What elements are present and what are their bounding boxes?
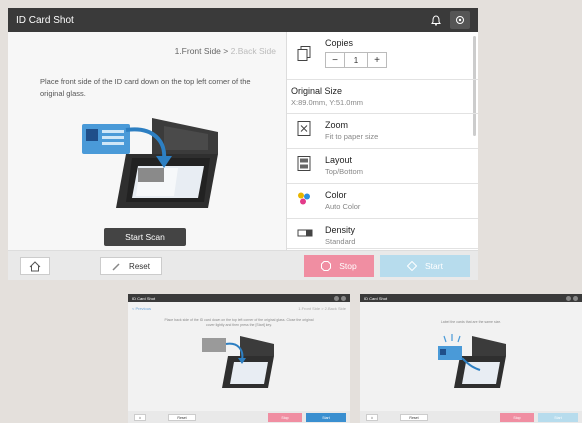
thumb2-instruction-text: Label the cards that are the same size.	[440, 320, 502, 324]
layout-icon	[297, 156, 311, 177]
settings-panel: Copies − 1 + Original Size X:89.0mm, Y:5…	[286, 32, 478, 250]
thumb-settings-icon	[341, 295, 346, 301]
window-title: ID Card Shot	[16, 14, 74, 26]
thumb2-scanner-illustration-icon	[438, 334, 506, 388]
stop-label: Stop	[339, 261, 357, 271]
color-label: Color	[325, 190, 347, 200]
step-separator: >	[223, 46, 229, 56]
instruction-area: 1.Front Side > 2.Back Side Place front s…	[8, 32, 286, 250]
color-icon	[297, 192, 311, 211]
color-value: Auto Color	[325, 202, 361, 211]
zoom-setting[interactable]: Zoom Fit to paper size	[287, 114, 478, 149]
thumb-step-indicator: 1.Front Side > 2.Back Side	[298, 306, 346, 311]
original-size-value: X:89.0mm, Y:51.0mm	[291, 98, 363, 107]
thumb-home-button[interactable]: ⌂	[134, 414, 146, 421]
layout-setting[interactable]: Layout Top/Bottom	[287, 149, 478, 184]
reset-label: Reset	[129, 261, 150, 271]
density-icon	[297, 225, 313, 243]
thumb2-settings-icon	[573, 295, 578, 301]
thumb-scanner-illustration-icon	[202, 336, 274, 388]
copies-setting: Copies − 1 +	[287, 32, 478, 80]
thumb-previous-link[interactable]: < Previous	[132, 306, 151, 311]
start-button[interactable]: Start	[380, 255, 470, 277]
copies-increment-button[interactable]: +	[367, 52, 387, 68]
copies-icon	[297, 45, 311, 66]
layout-value: Top/Bottom	[325, 167, 363, 176]
thumb2-bell-icon	[566, 295, 571, 301]
scanner-illustration-icon	[82, 118, 218, 208]
zoom-icon	[297, 121, 311, 142]
density-setting[interactable]: Density Standard	[287, 219, 478, 249]
thumb2-stop-button[interactable]: Stop	[500, 413, 534, 422]
thumb-title: ID Card Shot	[132, 295, 156, 301]
copies-stepper: − 1 +	[325, 52, 478, 68]
thumb-reset-button[interactable]: Reset	[168, 414, 196, 421]
density-value: Standard	[325, 237, 356, 246]
original-size-setting[interactable]: Original Size X:89.0mm, Y:51.0mm	[287, 80, 478, 114]
thumb-start-button[interactable]: Start	[306, 413, 346, 422]
thumb2-title-bar: ID Card Shot	[360, 294, 582, 302]
start-scan-button[interactable]: Start Scan	[104, 228, 186, 246]
thumb-title-bar: ID Card Shot	[128, 294, 350, 302]
title-bar: ID Card Shot	[8, 8, 478, 32]
settings-icon[interactable]	[450, 11, 470, 29]
thumb2-bottom-bar: ⌂ Reset Stop Start	[360, 411, 582, 423]
zoom-value: Fit to paper size	[325, 132, 379, 141]
step-back: 2.Back Side	[230, 46, 276, 56]
copies-value[interactable]: 1	[345, 52, 367, 68]
step-front: 1.Front Side	[174, 46, 221, 56]
reset-icon	[112, 262, 120, 271]
start-label: Start	[425, 261, 443, 271]
copies-label: Copies	[325, 38, 354, 48]
thumb2-title: ID Card Shot	[364, 295, 388, 301]
thumb-bell-icon	[334, 295, 339, 301]
bell-icon[interactable]	[426, 11, 446, 29]
thumb2-start-button[interactable]: Start	[538, 413, 578, 422]
stop-icon	[321, 261, 332, 271]
thumb2-home-button[interactable]: ⌂	[366, 414, 378, 421]
home-icon	[29, 260, 41, 271]
reset-button[interactable]: Reset	[100, 257, 162, 275]
stop-button[interactable]: Stop	[304, 255, 374, 277]
id-card-shot-screen: ID Card Shot 1.Front Side > 2.Back Side …	[8, 8, 478, 280]
thumb-bottom-bar: ⌂ Reset Stop Start	[128, 411, 350, 423]
instruction-text: Place front side of the ID card down on …	[40, 77, 251, 98]
thumbnail-back-side-screen: ID Card Shot < Previous 1.Front Side > 2…	[128, 294, 350, 423]
thumb2-reset-button[interactable]: Reset	[400, 414, 428, 421]
thumbnail-complete-screen: ID Card Shot Label the cards that are th…	[360, 294, 582, 423]
thumb-nav: < Previous 1.Front Side > 2.Back Side	[132, 306, 346, 311]
layout-label: Layout	[325, 155, 353, 165]
bottom-bar: Reset Stop Start	[8, 250, 478, 280]
density-label: Density	[325, 225, 356, 235]
thumb-instruction-text: Place back side of the ID card down on t…	[164, 318, 314, 327]
original-size-label: Original Size	[291, 86, 343, 96]
step-indicator: 1.Front Side > 2.Back Side	[175, 46, 276, 56]
zoom-label: Zoom	[325, 120, 349, 130]
home-button[interactable]	[20, 257, 50, 275]
start-icon	[407, 261, 418, 271]
copies-decrement-button[interactable]: −	[325, 52, 345, 68]
thumb-stop-button[interactable]: Stop	[268, 413, 302, 422]
color-setting[interactable]: Color Auto Color	[287, 184, 478, 219]
